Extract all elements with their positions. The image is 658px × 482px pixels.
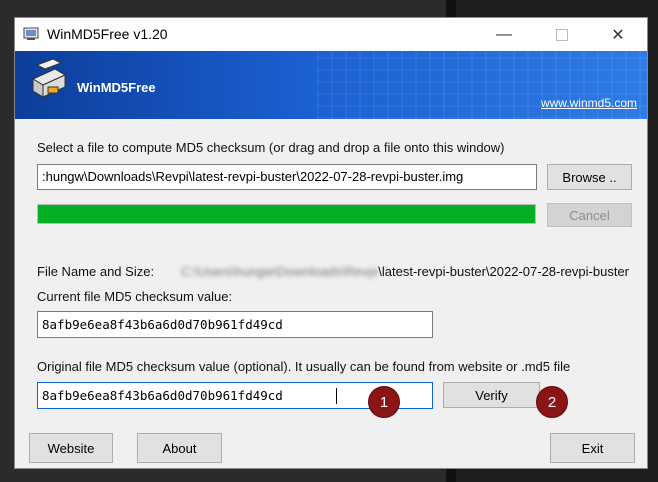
close-icon: ✕	[611, 26, 625, 44]
about-button-label: About	[162, 440, 197, 456]
app-icon	[23, 27, 39, 40]
cancel-button-label: Cancel	[569, 207, 610, 223]
website-button-label: Website	[47, 440, 95, 456]
minimize-icon: —	[496, 25, 512, 43]
file-select-instruction: Select a file to compute MD5 checksum (o…	[37, 140, 505, 155]
file-path-field[interactable]: :hungw\Downloads\Revpi\latest-revpi-bust…	[37, 164, 537, 190]
about-button[interactable]: About	[137, 433, 222, 463]
progress-fill	[38, 205, 535, 223]
maximize-button[interactable]	[539, 18, 585, 51]
original-md5-label: Original file MD5 checksum value (option…	[37, 359, 571, 374]
cancel-button[interactable]: Cancel	[547, 203, 632, 227]
file-name-label: File Name and Size:	[37, 264, 155, 279]
verify-button-label: Verify	[475, 387, 508, 403]
winmd5-logo-icon	[31, 59, 67, 98]
browse-button[interactable]: Browse ..	[547, 164, 632, 190]
title-bar[interactable]: WinMD5Free v1.20 — ✕	[15, 18, 647, 51]
header-banner: WinMD5Free www.winmd5.com	[15, 51, 647, 119]
verify-button[interactable]: Verify	[443, 382, 540, 408]
text-cursor	[336, 388, 337, 404]
minimize-button[interactable]: —	[481, 18, 527, 51]
progress-bar	[37, 204, 536, 224]
exit-button[interactable]: Exit	[550, 433, 635, 463]
website-button[interactable]: Website	[29, 433, 113, 463]
browse-button-label: Browse ..	[562, 169, 617, 185]
redacted-path: C:\Users\hungw\Downloads\Revpi	[181, 264, 379, 279]
annotation-badge-1: 1	[368, 386, 400, 418]
exit-button-label: Exit	[581, 440, 604, 456]
winmd5free-window: WinMD5Free v1.20 — ✕ WinMD5Free www.winm…	[14, 17, 648, 469]
close-button[interactable]: ✕	[595, 18, 641, 51]
window-title: WinMD5Free v1.20	[47, 26, 168, 42]
file-name-visible: \latest-revpi-buster\2022-07-28-revpi-bu…	[378, 264, 629, 279]
annotation-badge-2: 2	[536, 386, 568, 418]
current-md5-field[interactable]: 8afb9e6ea8f43b6a6d0d70b961fd49cd	[37, 311, 433, 338]
banner-brand: WinMD5Free	[77, 80, 156, 95]
current-md5-label: Current file MD5 checksum value:	[37, 289, 233, 304]
maximize-icon	[556, 28, 568, 41]
website-link[interactable]: www.winmd5.com	[541, 96, 637, 110]
file-name-value: C:\Users\hungw\Downloads\Revpi\latest-re…	[181, 264, 629, 279]
